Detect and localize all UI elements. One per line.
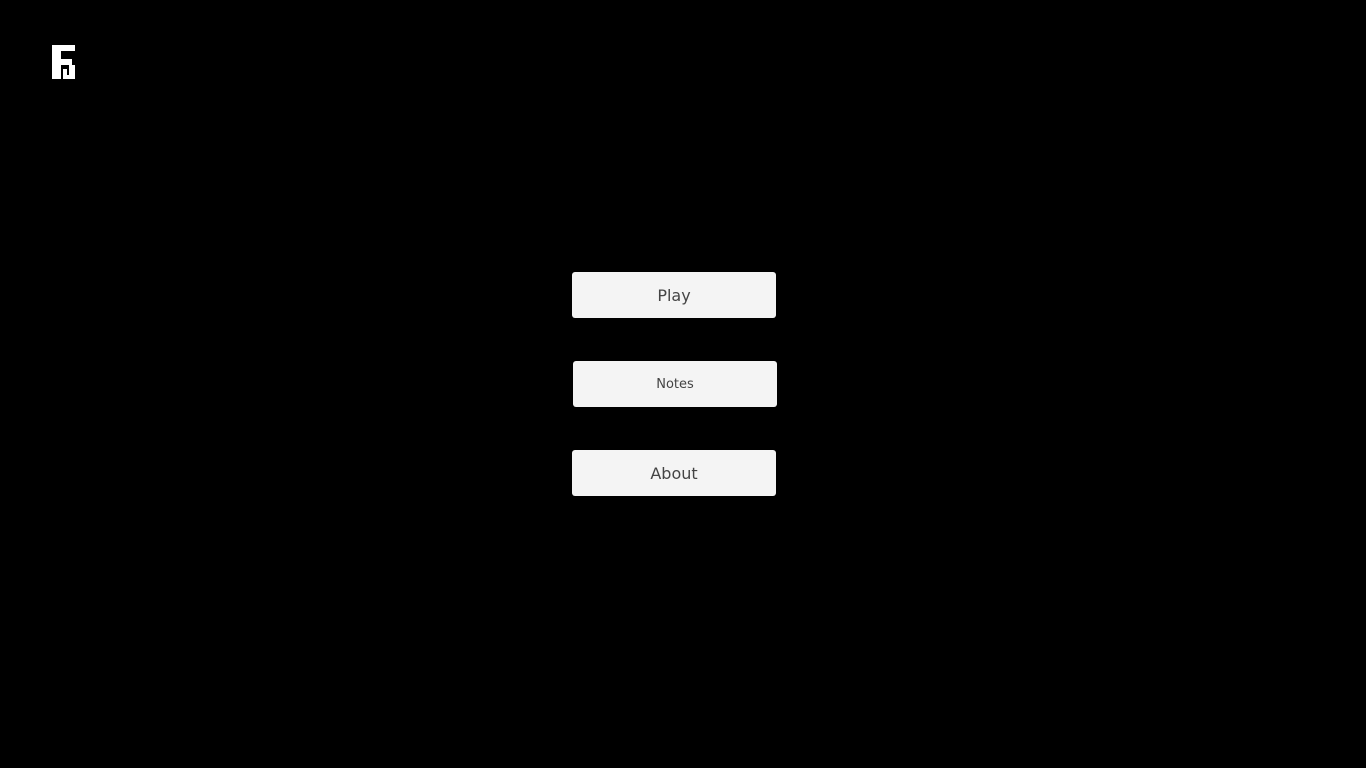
play-button[interactable]: Play [572,272,776,318]
notes-button[interactable]: Notes [573,361,777,407]
studio-logo-icon [52,45,76,81]
about-button[interactable]: About [572,450,776,496]
